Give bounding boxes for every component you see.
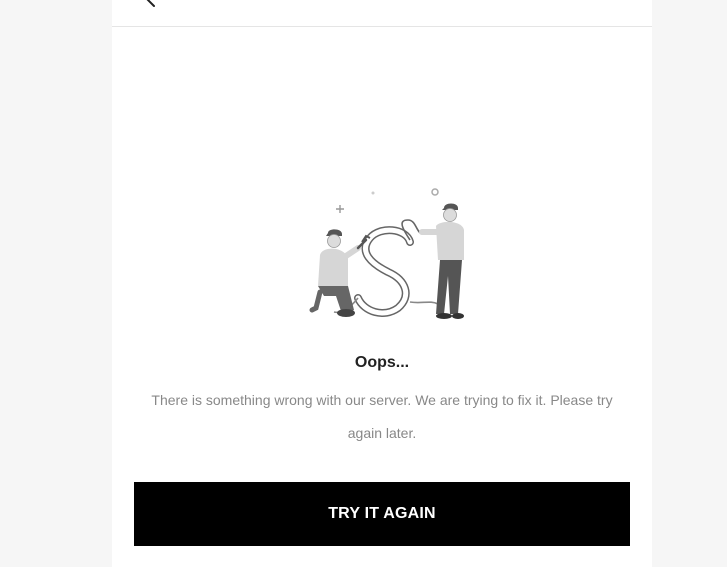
top-bar <box>112 0 652 27</box>
error-message: There is something wrong with our server… <box>151 392 613 441</box>
try-again-button[interactable]: TRY IT AGAIN <box>134 482 630 546</box>
error-page-panel: Oops... There is something wrong with ou… <box>112 0 652 567</box>
error-title: Oops... <box>354 354 410 371</box>
server-repair-illustration <box>298 184 468 324</box>
back-button[interactable] <box>138 0 162 10</box>
chevron-left-icon <box>146 0 155 7</box>
